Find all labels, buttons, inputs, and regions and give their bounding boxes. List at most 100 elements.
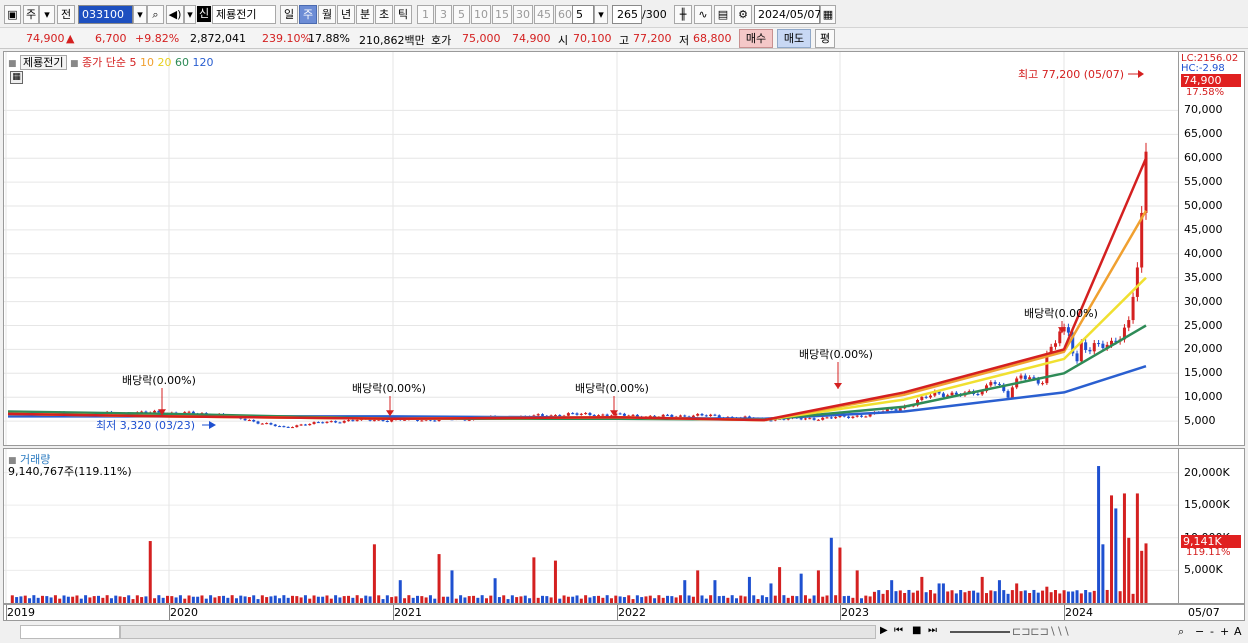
buy-button[interactable]: 매수	[739, 29, 773, 48]
settings-gear-icon[interactable]: ⚙	[734, 5, 752, 24]
volume-bar	[454, 598, 458, 603]
volume-bar	[1079, 593, 1083, 603]
volume-bar	[704, 598, 708, 603]
decrease-font-icon[interactable]: -	[1210, 625, 1214, 638]
stop-icon[interactable]: ■	[912, 625, 921, 636]
price-chart[interactable]: 배당락(0.00%) 배당락(0.00%) 배당락(0.00%) 배당락(0.00%)…	[3, 51, 1179, 446]
drawing-tools-icon[interactable]: ⊏⊐⊏⊐∖∖∖	[1012, 625, 1070, 638]
interval-dropdown-icon[interactable]: ▾	[594, 5, 608, 24]
calendar-icon[interactable]: ▦	[820, 5, 836, 24]
volume-chart[interactable]: ■ 거래량 9,140,767주(119.11%)	[3, 448, 1179, 604]
zoom-in-icon[interactable]: +	[1220, 625, 1229, 638]
zoom-out-icon[interactable]: −	[1195, 625, 1204, 638]
interval-button-3[interactable]: 10	[471, 5, 491, 24]
legend-ma-5[interactable]: 5	[130, 56, 137, 69]
candle-body	[622, 413, 626, 416]
interval-button-5[interactable]: 30	[513, 5, 533, 24]
legend-ma-10[interactable]: 10	[140, 56, 154, 69]
legend-stock-name[interactable]: 제룡전기	[20, 55, 67, 70]
period-button-6[interactable]: 틱	[394, 5, 412, 24]
volume-bar	[928, 590, 932, 603]
zoom-slider[interactable]	[950, 631, 1010, 633]
volume-bar	[825, 595, 829, 603]
window-menu-button[interactable]: ▣	[4, 5, 21, 24]
zoom-icon[interactable]: ⌕	[1178, 625, 1184, 639]
volume-bar	[1019, 591, 1023, 603]
scroll-next-icon[interactable]: ▶	[880, 625, 888, 636]
volume-bar	[97, 595, 101, 603]
draw-tool-icon[interactable]: ∿	[694, 5, 712, 24]
candle-body	[821, 417, 825, 420]
legend-ma-20[interactable]: 20	[158, 56, 172, 69]
interval-button-6[interactable]: 45	[534, 5, 554, 24]
table-view-icon[interactable]: ▦	[10, 71, 23, 84]
market-type-select[interactable]: 주	[23, 5, 39, 24]
scrollbar-thumb[interactable]	[120, 625, 876, 639]
interval-button-4[interactable]: 15	[492, 5, 512, 24]
search-icon[interactable]: ⌕	[147, 5, 164, 24]
interval-custom-input[interactable]: 5	[572, 5, 594, 24]
volume-bar	[329, 598, 333, 603]
candle-body	[825, 417, 829, 419]
volume-bar	[847, 595, 851, 603]
volume-bar	[829, 537, 833, 603]
stock-code-input[interactable]: 033100	[78, 5, 133, 24]
volume-bar	[222, 595, 226, 603]
volume-bar	[273, 595, 277, 603]
volume-bar	[739, 595, 743, 603]
interval-button-0[interactable]: 1	[417, 5, 434, 24]
volume-bar	[562, 595, 566, 603]
year-label: 2019	[7, 606, 35, 619]
period-button-2[interactable]: 월	[318, 5, 336, 24]
legend-ma-120[interactable]: 120	[193, 56, 214, 69]
interval-button-2[interactable]: 5	[453, 5, 470, 24]
period-button-5[interactable]: 초	[375, 5, 393, 24]
period-button-1[interactable]: 주	[299, 5, 317, 24]
price-chart-canvas[interactable]: 배당락(0.00%) 배당락(0.00%) 배당락(0.00%) 배당락(0.00%)…	[4, 52, 1178, 445]
display-count-input[interactable]: 265	[612, 5, 642, 24]
current-volume-pct: 119.11%	[1186, 547, 1231, 558]
volume-bar	[605, 595, 609, 603]
fast-forward-icon[interactable]: ⏭	[928, 625, 937, 636]
volume-bar	[756, 599, 760, 603]
volume-bar	[834, 595, 838, 603]
save-icon[interactable]: ▤	[714, 5, 732, 24]
legend-ma-title[interactable]: 종가 단순	[82, 56, 126, 69]
market-type-dropdown-icon[interactable]: ▾	[39, 5, 55, 24]
speaker-icon[interactable]: ◀)	[166, 5, 184, 24]
period-button-3[interactable]: 년	[337, 5, 355, 24]
volume-bar	[53, 595, 57, 603]
period-button-0[interactable]: 일	[280, 5, 298, 24]
down-arrow-icon	[834, 382, 842, 389]
volume-bar	[687, 595, 691, 603]
open-label: 시	[558, 34, 569, 47]
evaluate-button[interactable]: 평	[815, 29, 835, 48]
volume-bar	[631, 599, 635, 603]
volume-chart-canvas[interactable]	[4, 449, 1178, 603]
year-label: 2024	[1065, 606, 1093, 619]
volume-bar	[122, 597, 126, 603]
speaker-dropdown-icon[interactable]: ▾	[184, 5, 196, 24]
stock-code-dropdown-icon[interactable]: ▾	[133, 5, 147, 24]
period-button-4[interactable]: 분	[356, 5, 374, 24]
volume-bar	[618, 596, 622, 603]
volume-bar	[584, 595, 588, 603]
sell-button[interactable]: 매도	[777, 29, 811, 48]
volume-bar	[286, 597, 290, 603]
scrollbar-track[interactable]	[20, 625, 120, 639]
price-change: 6,700	[95, 32, 127, 45]
prev-button[interactable]: 전	[57, 5, 75, 24]
candle-body	[769, 420, 773, 422]
rewind-icon[interactable]: ⏮	[894, 625, 903, 636]
date-input[interactable]: 2024/05/07	[754, 5, 821, 24]
candle-style-icon[interactable]: ╫	[674, 5, 692, 24]
volume-bar	[416, 595, 420, 603]
volume-bar	[200, 595, 204, 603]
volume-bar	[497, 597, 501, 603]
volume-bar	[480, 595, 484, 603]
price-tick-label: 25,000	[1184, 318, 1223, 332]
legend-ma-60[interactable]: 60	[175, 56, 189, 69]
interval-button-1[interactable]: 3	[435, 5, 452, 24]
volume-bar	[1075, 590, 1079, 603]
font-size-icon[interactable]: A	[1234, 625, 1242, 638]
